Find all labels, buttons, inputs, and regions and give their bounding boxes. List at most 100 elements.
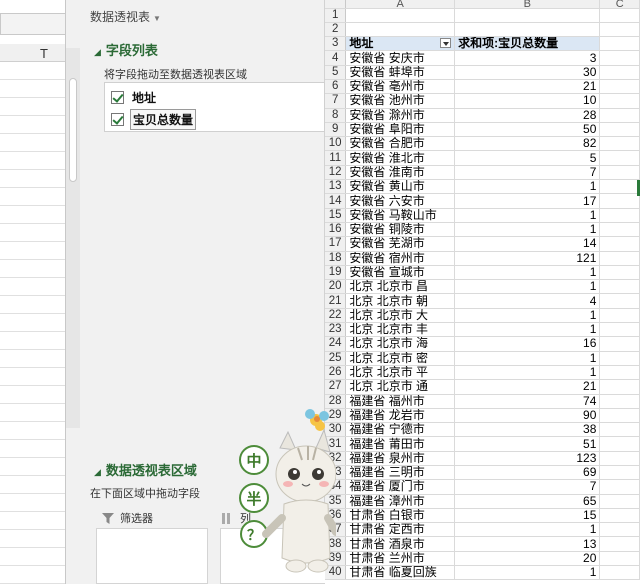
- quantity-cell[interactable]: 7: [454, 165, 601, 181]
- empty-cell[interactable]: [599, 251, 640, 266]
- quantity-cell[interactable]: 21: [454, 379, 601, 395]
- address-cell[interactable]: 安徽省 合肥市: [345, 136, 456, 152]
- checkbox-checked-icon[interactable]: [111, 112, 124, 126]
- quantity-cell[interactable]: 1: [454, 308, 601, 324]
- quantity-cell[interactable]: 74: [454, 394, 601, 409]
- filter-dropdown-icon[interactable]: [440, 38, 452, 49]
- row-number[interactable]: 20: [325, 279, 347, 295]
- address-cell[interactable]: [345, 22, 456, 38]
- address-cell[interactable]: 福建省 福州市: [345, 394, 456, 409]
- row-number[interactable]: 10: [325, 136, 347, 152]
- row-number[interactable]: 16: [325, 222, 347, 238]
- row-number[interactable]: 26: [325, 365, 347, 381]
- quantity-cell[interactable]: 1: [454, 565, 601, 581]
- address-cell[interactable]: 北京 北京市 朝: [345, 293, 456, 309]
- row-number[interactable]: 12: [325, 165, 347, 181]
- empty-cell[interactable]: [599, 136, 640, 152]
- empty-cell[interactable]: [599, 551, 640, 567]
- column-header-a[interactable]: A: [345, 0, 456, 9]
- quantity-cell[interactable]: 1: [454, 522, 601, 538]
- empty-cell[interactable]: [599, 379, 640, 395]
- address-cell[interactable]: 安徽省 宣城市: [345, 265, 456, 281]
- address-cell[interactable]: 福建省 泉州市: [345, 451, 456, 467]
- address-cell[interactable]: 福建省 宁德市: [345, 422, 456, 438]
- left-grid[interactable]: [0, 62, 65, 584]
- row-number[interactable]: 11: [325, 150, 347, 166]
- empty-cell[interactable]: [599, 436, 640, 452]
- row-number[interactable]: 13: [325, 179, 347, 195]
- address-cell[interactable]: 北京 北京市 昌: [345, 279, 456, 295]
- column-header-c[interactable]: C: [599, 0, 640, 9]
- quantity-cell[interactable]: 1: [454, 351, 601, 366]
- address-cell[interactable]: 北京 北京市 丰: [345, 322, 456, 338]
- row-number[interactable]: 9: [325, 122, 347, 138]
- row-number[interactable]: 2: [325, 22, 347, 38]
- empty-cell[interactable]: [599, 50, 640, 66]
- quantity-cell[interactable]: 7: [454, 479, 601, 495]
- quantity-cell[interactable]: 30: [454, 65, 601, 80]
- scrollbar-thumb[interactable]: [69, 78, 77, 182]
- quantity-cell[interactable]: 17: [454, 193, 601, 209]
- address-cell[interactable]: 北京 北京市 通: [345, 379, 456, 395]
- address-cell[interactable]: 福建省 漳州市: [345, 494, 456, 509]
- empty-cell[interactable]: [599, 336, 640, 352]
- quantity-cell[interactable]: [454, 22, 601, 38]
- address-cell[interactable]: [345, 8, 456, 23]
- empty-cell[interactable]: [599, 422, 640, 438]
- address-cell[interactable]: 甘肃省 白银市: [345, 508, 456, 524]
- empty-cell[interactable]: [599, 265, 640, 281]
- row-number[interactable]: 23: [325, 322, 347, 338]
- quantity-cell[interactable]: 1: [454, 265, 601, 281]
- address-cell[interactable]: 福建省 厦门市: [345, 479, 456, 495]
- empty-cell[interactable]: [599, 408, 640, 424]
- empty-cell[interactable]: [599, 465, 640, 481]
- quantity-cell[interactable]: 1: [454, 279, 601, 295]
- row-number[interactable]: 25: [325, 351, 347, 366]
- quantity-cell[interactable]: 51: [454, 436, 601, 452]
- quantity-cell[interactable]: 28: [454, 108, 601, 123]
- empty-cell[interactable]: [599, 351, 640, 366]
- empty-cell[interactable]: [599, 165, 640, 181]
- empty-cell[interactable]: [599, 79, 640, 95]
- empty-cell[interactable]: [599, 179, 640, 195]
- address-cell[interactable]: 安徽省 蚌埠市: [345, 65, 456, 80]
- address-cell[interactable]: 福建省 三明市: [345, 465, 456, 481]
- address-cell[interactable]: 安徽省 池州市: [345, 93, 456, 109]
- quantity-cell[interactable]: 82: [454, 136, 601, 152]
- address-cell[interactable]: 甘肃省 兰州市: [345, 551, 456, 567]
- empty-cell[interactable]: [599, 122, 640, 138]
- quantity-cell[interactable]: 121: [454, 251, 601, 266]
- checkbox-checked-icon[interactable]: [111, 90, 124, 104]
- areas-section-toggle[interactable]: ◢ 数据透视表区域: [94, 460, 197, 479]
- field-item-quantity[interactable]: 宝贝总数量: [111, 108, 197, 130]
- quantity-cell[interactable]: 69: [454, 465, 601, 481]
- empty-cell[interactable]: [599, 479, 640, 495]
- row-number[interactable]: 18: [325, 251, 347, 266]
- empty-cell[interactable]: [599, 451, 640, 467]
- quantity-cell[interactable]: [454, 8, 601, 23]
- address-cell[interactable]: 安徽省 阜阳市: [345, 122, 456, 138]
- column-header-t[interactable]: T: [0, 44, 65, 62]
- address-cell[interactable]: 安徽省 芜湖市: [345, 236, 456, 252]
- row-number[interactable]: 5: [325, 65, 347, 80]
- address-cell[interactable]: 福建省 龙岩市: [345, 408, 456, 424]
- empty-cell[interactable]: [599, 308, 640, 324]
- empty-cell[interactable]: [599, 193, 640, 209]
- quantity-cell[interactable]: 21: [454, 79, 601, 95]
- empty-cell[interactable]: [599, 365, 640, 381]
- row-number[interactable]: 28: [325, 394, 347, 409]
- address-cell[interactable]: 安徽省 安庆市: [345, 50, 456, 66]
- empty-cell[interactable]: [599, 36, 640, 52]
- quantity-cell[interactable]: 3: [454, 50, 601, 66]
- address-cell[interactable]: 安徽省 滁州市: [345, 108, 456, 123]
- quantity-cell[interactable]: 15: [454, 508, 601, 524]
- empty-cell[interactable]: [599, 322, 640, 338]
- row-number[interactable]: 15: [325, 208, 347, 223]
- empty-cell[interactable]: [599, 279, 640, 295]
- address-cell[interactable]: 北京 北京市 海: [345, 336, 456, 352]
- empty-cell[interactable]: [599, 508, 640, 524]
- row-number[interactable]: 8: [325, 108, 347, 123]
- quantity-cell[interactable]: 90: [454, 408, 601, 424]
- quantity-cell[interactable]: 1: [454, 322, 601, 338]
- row-number[interactable]: 27: [325, 379, 347, 395]
